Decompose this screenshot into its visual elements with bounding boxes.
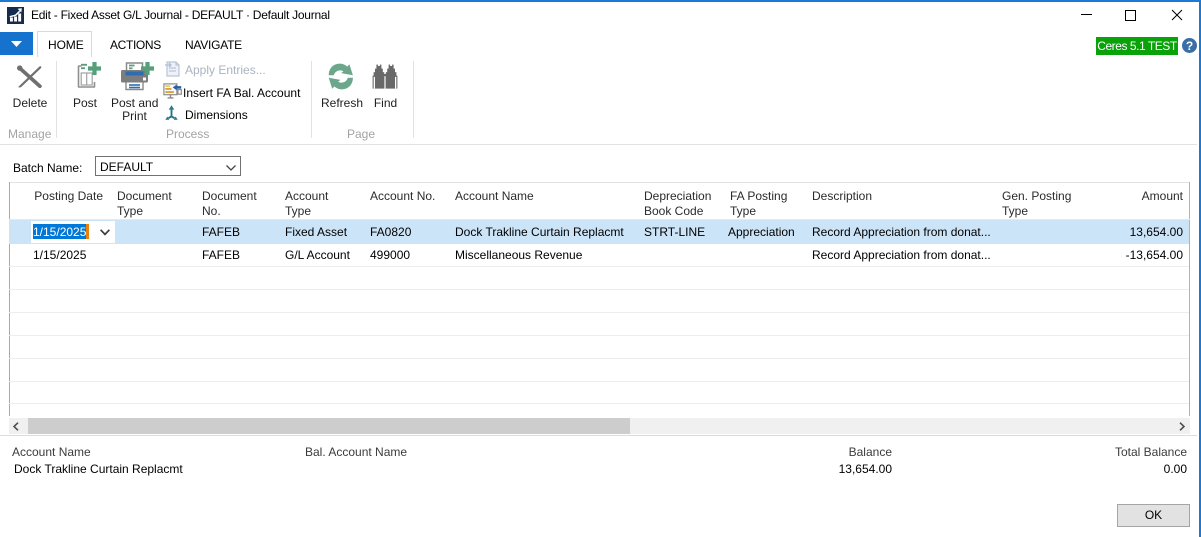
svg-text:?: ?	[1186, 39, 1193, 53]
